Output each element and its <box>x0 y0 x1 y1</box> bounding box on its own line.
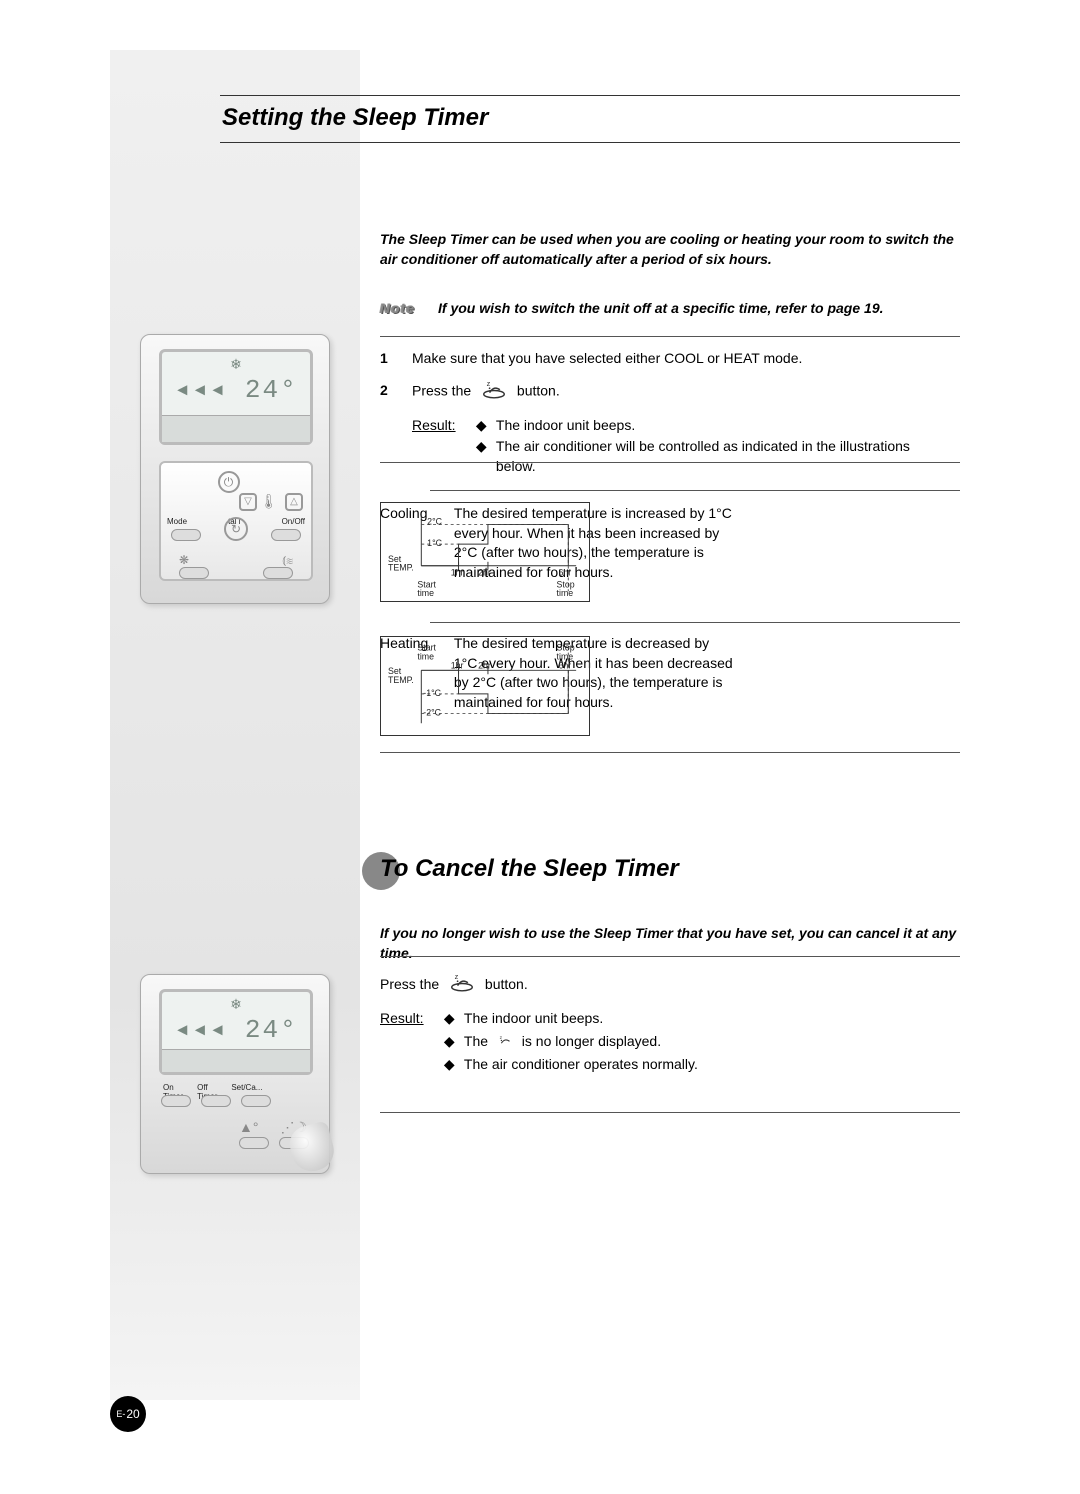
bullet-icon: ◆ <box>444 1007 464 1029</box>
bullet-icon: ◆ <box>444 1030 464 1053</box>
remote-button <box>263 567 293 579</box>
step-text-before: Press the <box>412 382 471 398</box>
result-label: Result: <box>380 1007 440 1029</box>
remote-button <box>161 1095 191 1107</box>
result-label: Result: <box>412 415 472 435</box>
svg-text:6hr: 6hr <box>559 568 572 578</box>
remote-screen: ❄ ◂◂◂ 24° ▸▸▸ <box>159 989 313 1075</box>
divider <box>380 956 960 957</box>
remote-screen: ❄ ◂◂◂ 24° ▸▸▸ ⋰☽ <box>159 349 313 445</box>
bullet-icon: ◆ <box>476 415 496 435</box>
note-text: If you wish to switch the unit off at a … <box>438 300 960 316</box>
step-number: 1 <box>380 348 412 368</box>
sleep-button-icon <box>447 971 477 999</box>
page-title: Setting the Sleep Timer <box>222 104 960 132</box>
svg-text:-2°C: -2°C <box>423 707 441 717</box>
remote-keypad: ⏻ ▽ 🌡 △ Mode tal i On/Off ↻ ❋ ⦅≋ <box>159 461 313 581</box>
intro-text: The Sleep Timer can be used when you are… <box>380 230 960 269</box>
remote-button <box>201 1095 231 1107</box>
thermometer-icon: 🌡 <box>260 493 278 510</box>
step-1: 1Make sure that you have selected either… <box>380 348 802 368</box>
turbo-icon: ▲° <box>239 1119 258 1136</box>
remote-button <box>271 529 301 541</box>
cancel-step: Press the button. Result: ◆The indoor un… <box>380 971 698 1076</box>
svg-text:-1°C: -1°C <box>423 688 441 698</box>
step-text: Make sure that you have selected either … <box>412 350 802 366</box>
down-button-icon: ▽ <box>239 493 257 511</box>
left-gray-column <box>110 50 360 1400</box>
mode-label: Mode <box>167 517 187 526</box>
remote-illustration-1: ❄ ◂◂◂ 24° ▸▸▸ ⋰☽ ⏻ ▽ 🌡 △ Mode tal i On/O… <box>140 334 330 604</box>
divider <box>380 336 960 337</box>
sleep-icon: ⋰☽ <box>178 424 201 438</box>
step-text-after: button. <box>517 382 560 398</box>
section-title-bar: Setting the Sleep Timer <box>220 95 960 143</box>
svg-text:1°C: 1°C <box>427 538 442 548</box>
sleep-button-icon <box>479 378 509 405</box>
up-button-icon: △ <box>285 493 303 511</box>
cooling-chart: SetTEMP. 2°C 1°C 1hr2hr6hr Starttime Sto… <box>380 502 590 602</box>
svg-text:time: time <box>417 588 434 598</box>
step-text-after: button. <box>485 976 528 992</box>
bullet-icon: ◆ <box>476 436 496 477</box>
bullet-text: The indoor unit beeps. <box>464 1007 603 1029</box>
sleep-icon <box>496 1031 514 1053</box>
display-temperature: ◂◂◂ 24° ▸▸▸ <box>162 374 310 436</box>
remote-button <box>171 529 201 541</box>
divider <box>380 462 960 463</box>
subtitle: To Cancel the Sleep Timer <box>380 855 679 883</box>
remote-button <box>179 567 209 579</box>
swing-icon: ⦅≋ <box>282 553 293 568</box>
fan-icon: ❋ <box>179 553 189 568</box>
divider <box>430 622 960 623</box>
step-text-before: Press the <box>380 976 439 992</box>
divider <box>380 1112 960 1113</box>
display-temperature: ◂◂◂ 24° ▸▸▸ <box>162 1014 310 1076</box>
svg-text:1hr: 1hr <box>451 660 464 670</box>
svg-text:2hr: 2hr <box>478 568 491 578</box>
divider <box>380 752 960 753</box>
svg-text:TEMP.: TEMP. <box>388 675 414 685</box>
heating-chart: SetTEMP. -1°C -2°C 1hr2hr6hr Starttime S… <box>380 636 590 736</box>
bullet-text: The air conditioner operates normally. <box>464 1053 698 1075</box>
bullet-icon: ◆ <box>444 1053 464 1075</box>
power-icon: ⏻ <box>218 471 240 493</box>
bullet-text: The air conditioner will be controlled a… <box>496 436 926 477</box>
svg-text:TEMP.: TEMP. <box>388 563 414 573</box>
remote-button <box>241 1095 271 1107</box>
remote-illustration-2: ❄ ◂◂◂ 24° ▸▸▸ On Timer Off Timer Set/Ca.… <box>140 974 330 1174</box>
divider <box>430 490 960 491</box>
svg-text:time: time <box>417 652 434 662</box>
bullet-text: The is no longer displayed. <box>464 1030 661 1053</box>
svg-text:2hr: 2hr <box>478 660 491 670</box>
svg-text:2°C: 2°C <box>427 517 442 527</box>
remote-button <box>239 1137 269 1149</box>
step-number: 2 <box>380 380 412 400</box>
svg-text:time: time <box>557 588 574 598</box>
snowflake-icon: ❄ <box>162 356 310 373</box>
cancel-intro-text: If you no longer wish to use the Sleep T… <box>380 924 960 963</box>
svg-text:6hr: 6hr <box>559 660 572 670</box>
page-prefix: E- <box>116 1409 125 1419</box>
svg-text:time: time <box>557 652 574 662</box>
svg-text:1hr: 1hr <box>451 568 464 578</box>
page-number: 20 <box>126 1407 139 1421</box>
snowflake-icon: ❄ <box>162 996 310 1013</box>
bullet-text: The indoor unit beeps. <box>496 415 635 435</box>
note-row: Note If you wish to switch the unit off … <box>380 300 960 316</box>
page-number-badge: E-20 <box>110 1396 146 1432</box>
note-label: Note <box>380 300 438 316</box>
onoff-label: On/Off <box>282 517 305 526</box>
